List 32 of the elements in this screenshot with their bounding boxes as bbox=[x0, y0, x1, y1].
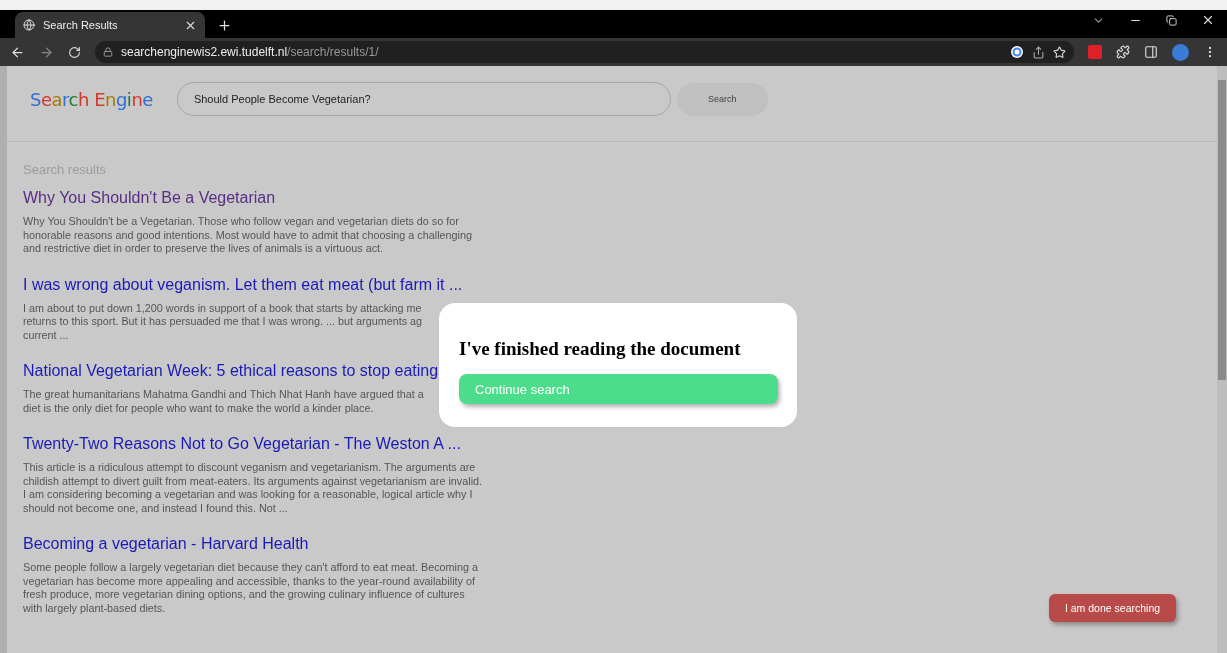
result-title-link[interactable]: National Vegetarian Week: 5 ethical reasons to stop eating bbox=[23, 362, 439, 380]
result-snippet: Some people follow a largely vegetarian diet because they can't afford to eat meat. Becoming a vegetarian has become more appealing and accessible, thanks to the year-round availability of fresh produce, more vegetarian dining options, and the growing culinary influence of cultures with largely plant-based diets. bbox=[23, 561, 478, 615]
reload-icon[interactable] bbox=[68, 45, 81, 59]
browser-tab[interactable]: Search Results bbox=[15, 12, 205, 38]
restore-icon[interactable] bbox=[1166, 13, 1177, 27]
dialog-heading: I've finished reading the document bbox=[459, 338, 742, 360]
forward-icon[interactable] bbox=[39, 44, 54, 60]
lock-icon bbox=[103, 47, 113, 57]
address-bar[interactable]: searchenginewis2.ewi.tudelft.nl/search/results/1/ bbox=[95, 41, 1074, 63]
result-title-link[interactable]: I was wrong about veganism. Let them eat meat (but farm it ... bbox=[23, 275, 463, 294]
result-snippet: Why You Shouldn't be a Vegetarian. Those who follow vegan and vegetarian diets do so for honorable reasons and good intentions. Most would have to admit that choosing a challenging and restrictive diet in order to preserve the lives of animals is a virtuous act. bbox=[23, 215, 472, 256]
result-title-link[interactable]: Twenty-Two Reasons Not to Go Vegetarian - The Weston A ... bbox=[23, 435, 461, 453]
share-icon[interactable] bbox=[1032, 45, 1045, 59]
done-searching-button[interactable]: I am done searching bbox=[1049, 594, 1176, 622]
puzzle-icon[interactable] bbox=[1116, 45, 1130, 59]
avatar-icon[interactable] bbox=[1172, 43, 1189, 61]
globe-icon bbox=[23, 19, 35, 31]
result-snippet: I am about to put down 1,200 words in support of a book that starts by attacking me returns to this sport. But it has persuaded me that I was wrong. ... but arguments ag current ... bbox=[23, 301, 423, 342]
result-title-link[interactable]: Becoming a vegetarian - Harvard Health bbox=[23, 535, 309, 553]
scrollbar[interactable] bbox=[1217, 66, 1227, 653]
close-icon[interactable] bbox=[1201, 13, 1215, 27]
url-text: searchenginewis2.ewi.tudelft.nl/search/results/1/ bbox=[121, 45, 379, 59]
side-panel-icon[interactable] bbox=[1144, 45, 1158, 59]
result-snippet: The great humanitarians Mahatma Gandhi and Thich Nhat Hanh have argued that a diet is the only diet for people who want to make the world a kinder place. bbox=[23, 388, 424, 415]
logo: Search Engine bbox=[30, 88, 153, 110]
search-button[interactable]: Search bbox=[676, 82, 768, 116]
back-icon[interactable] bbox=[10, 44, 25, 60]
new-tab-icon[interactable] bbox=[217, 18, 232, 33]
tab-title: Search Results bbox=[43, 19, 119, 31]
result-snippet: This article is a ridiculous attempt to discount veganism and vegetarianism. The arguments are childish attempt to divert guilt from meat-eaters. Its arguments against vegetarianism are invalid. I am considering becoming a vegetarian and was looking for a reasonable, logical article why I should not become one, and instead I found this. Not ... bbox=[23, 461, 483, 515]
star-icon[interactable] bbox=[1053, 45, 1066, 59]
result-title-link[interactable]: Why You Shouldn't Be a Vegetarian bbox=[23, 189, 276, 207]
